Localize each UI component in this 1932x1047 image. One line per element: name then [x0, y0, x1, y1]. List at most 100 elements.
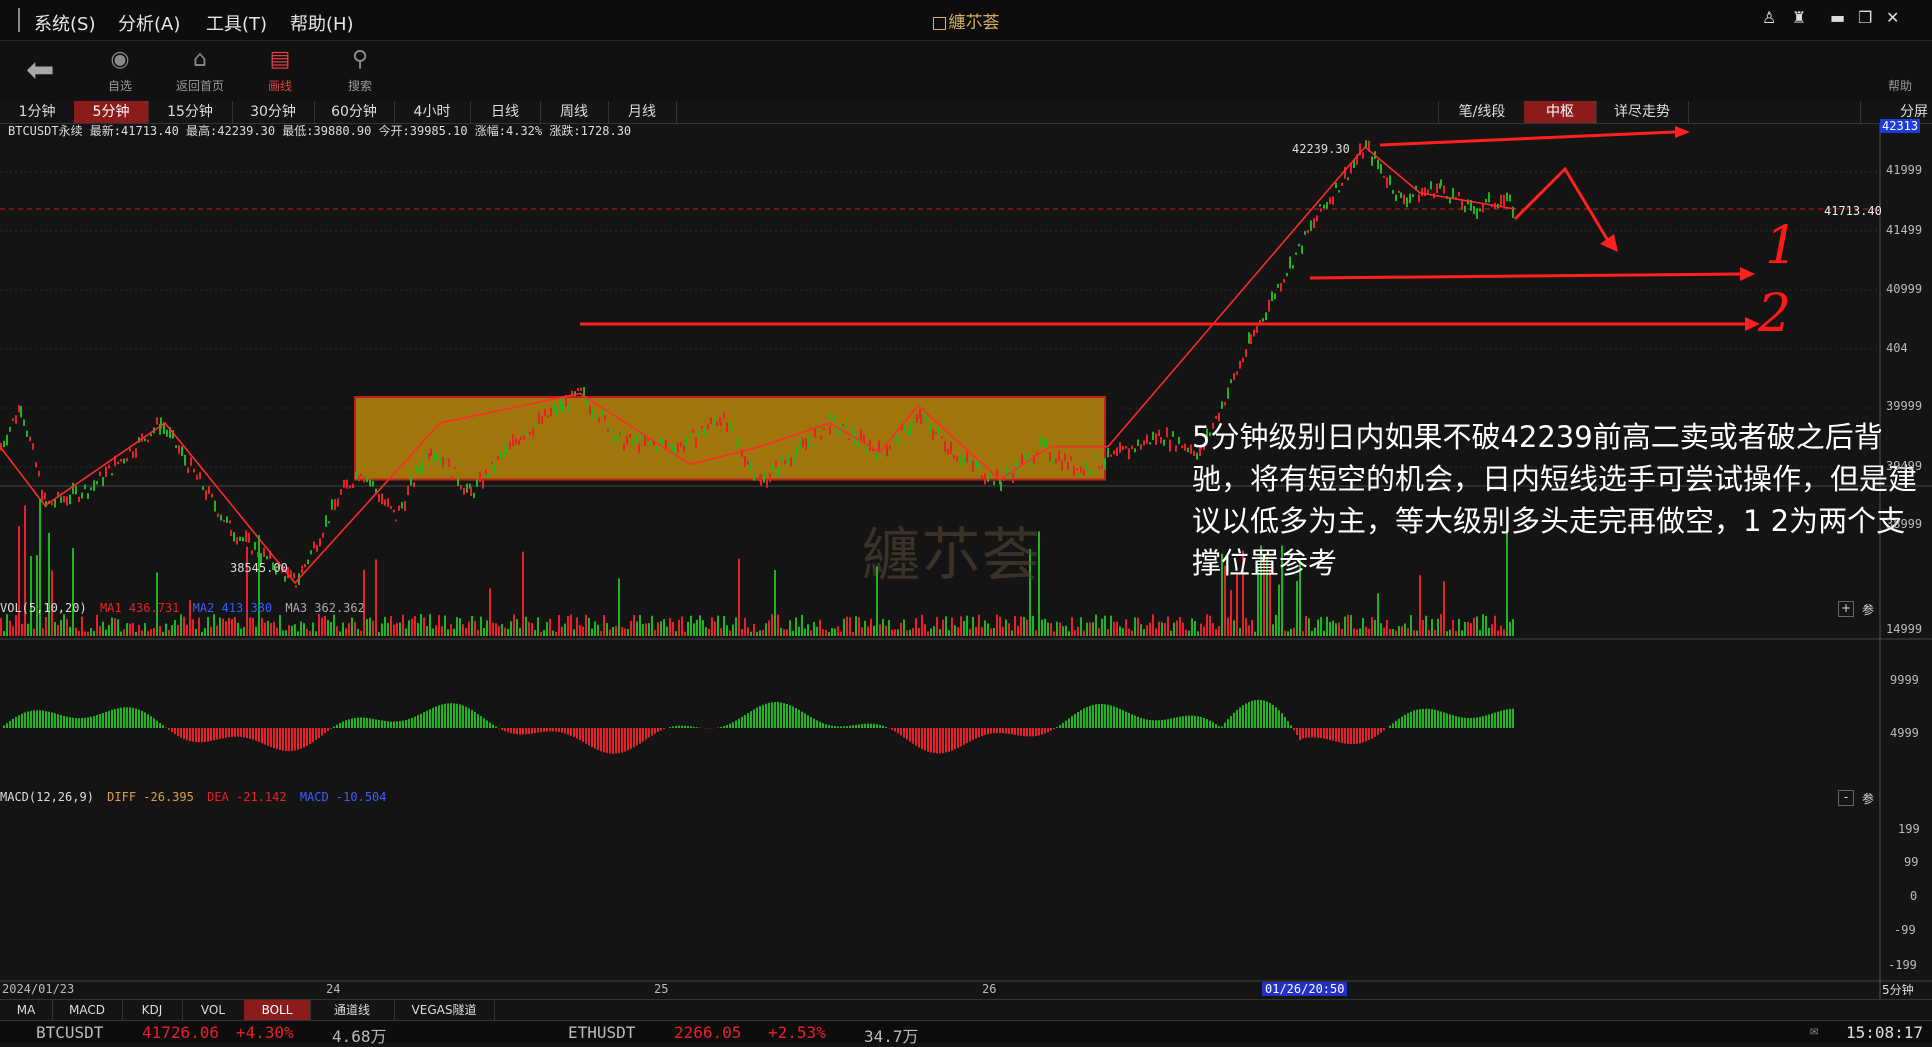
- macd-bar: [420, 714, 422, 728]
- tab-detailed[interactable]: 详尽走势: [1596, 101, 1689, 123]
- tab-monthly[interactable]: 月线: [608, 101, 677, 123]
- volume-bar: [228, 618, 230, 636]
- volume-bar: [1278, 585, 1280, 636]
- tool-watchlist[interactable]: ◉自选: [88, 47, 152, 94]
- macd-bar: [990, 728, 992, 734]
- candle: [595, 416, 597, 420]
- macd-bar: [648, 728, 650, 737]
- volume-bar: [738, 559, 740, 636]
- macd-bar: [747, 713, 749, 728]
- macd-bar: [900, 728, 902, 735]
- macd-bar: [975, 728, 977, 738]
- tab-bi-xianduan[interactable]: 笔/线段: [1438, 101, 1526, 123]
- candle: [26, 431, 28, 437]
- tool-home[interactable]: ⌂返回首页: [168, 47, 232, 94]
- macd-bar: [1443, 712, 1445, 728]
- volume-bar: [0, 618, 2, 636]
- candle: [307, 560, 309, 564]
- macd-bar: [1323, 728, 1325, 739]
- volume-bar: [54, 622, 56, 636]
- help-link[interactable]: 帮助: [1888, 77, 1912, 94]
- volume-bar: [1419, 575, 1421, 636]
- tab-kdj[interactable]: KDJ: [122, 1000, 183, 1020]
- volume-bar: [1011, 631, 1013, 636]
- tab-1min[interactable]: 1分钟: [0, 101, 75, 123]
- candle: [108, 465, 110, 469]
- user-icon[interactable]: ♙: [1762, 8, 1776, 27]
- tool-search[interactable]: ⚲搜索: [328, 47, 392, 94]
- ticker-symbol[interactable]: ETHUSDT: [568, 1023, 635, 1042]
- volume-bar: [1446, 631, 1448, 636]
- volume-bar: [1458, 619, 1460, 636]
- volume-bar: [639, 615, 641, 636]
- back-arrow-icon[interactable]: ⬅: [26, 53, 55, 87]
- skin-icon[interactable]: ♜: [1792, 8, 1806, 27]
- macd-bar: [387, 721, 389, 728]
- macd-bar: [777, 702, 779, 728]
- volume-bar: [714, 621, 716, 636]
- macd-bar: [1041, 728, 1043, 735]
- volume-bar: [294, 624, 296, 636]
- macd-bar: [393, 722, 395, 728]
- tab-4h[interactable]: 4小时: [394, 101, 471, 123]
- volume-bar: [882, 619, 884, 636]
- tab-ma[interactable]: MA: [0, 1000, 53, 1020]
- tab-vegas[interactable]: VEGAS隧道: [394, 1000, 495, 1020]
- vol-expand-button[interactable]: +: [1838, 601, 1854, 617]
- candle: [793, 459, 795, 464]
- vol-params-button[interactable]: 参: [1862, 601, 1874, 618]
- candle: [1083, 470, 1085, 476]
- macd-bar: [642, 728, 644, 742]
- tab-15min[interactable]: 15分钟: [148, 101, 233, 123]
- volume-bar: [1392, 629, 1394, 636]
- tab-60min[interactable]: 60分钟: [314, 101, 395, 123]
- volume-bar: [1383, 628, 1385, 636]
- macd-params-button[interactable]: 参: [1862, 790, 1874, 807]
- restore-icon[interactable]: ❐: [1858, 8, 1872, 27]
- tab-macd[interactable]: MACD: [52, 1000, 123, 1020]
- tab-5min[interactable]: 5分钟: [74, 101, 149, 123]
- macd-bar: [1230, 716, 1232, 728]
- macd-bar: [390, 721, 392, 728]
- volume-bar: [1209, 616, 1211, 636]
- macd-y-tick: -99: [1894, 923, 1916, 937]
- candle: [491, 462, 493, 464]
- tab-30min[interactable]: 30分钟: [232, 101, 315, 123]
- candle: [1055, 458, 1057, 463]
- volume-bar: [798, 627, 800, 636]
- volume-bar: [195, 629, 197, 636]
- macd-bar: [111, 710, 113, 728]
- macd-collapse-button[interactable]: -: [1838, 790, 1854, 806]
- tab-weekly[interactable]: 周线: [540, 101, 609, 123]
- volume-bar: [978, 615, 980, 636]
- tab-boll[interactable]: BOLL: [244, 1000, 311, 1020]
- volume-bar: [1326, 617, 1328, 636]
- macd-bar: [132, 708, 134, 728]
- tab-daily[interactable]: 日线: [470, 101, 541, 123]
- macd-bar: [438, 705, 440, 728]
- volume-bar: [48, 533, 50, 636]
- volume-bar: [1296, 581, 1298, 636]
- candle: [1184, 444, 1186, 451]
- tab-zhongshu[interactable]: 中枢: [1524, 101, 1597, 123]
- candle: [1506, 193, 1508, 202]
- message-icon[interactable]: ✉: [1810, 1023, 1818, 1039]
- volume-bar: [1377, 594, 1379, 636]
- volume-bar: [1341, 629, 1343, 636]
- close-icon[interactable]: ✕: [1886, 8, 1899, 27]
- macd-bar: [81, 718, 83, 728]
- macd-bar: [999, 728, 1001, 733]
- volume-bar: [420, 614, 422, 636]
- candle: [63, 496, 65, 502]
- macd-bar: [819, 722, 821, 728]
- tab-vol[interactable]: VOL: [182, 1000, 245, 1020]
- tab-channel[interactable]: 通道线: [310, 1000, 395, 1020]
- minimize-icon[interactable]: ▬: [1830, 8, 1845, 27]
- ticker-symbol[interactable]: BTCUSDT: [36, 1023, 103, 1042]
- macd-bar: [78, 718, 80, 728]
- tool-draw-line[interactable]: ▤画线: [248, 47, 312, 94]
- candle: [969, 459, 971, 463]
- volume-bar: [192, 619, 194, 636]
- candle: [647, 439, 649, 441]
- candle: [704, 428, 706, 436]
